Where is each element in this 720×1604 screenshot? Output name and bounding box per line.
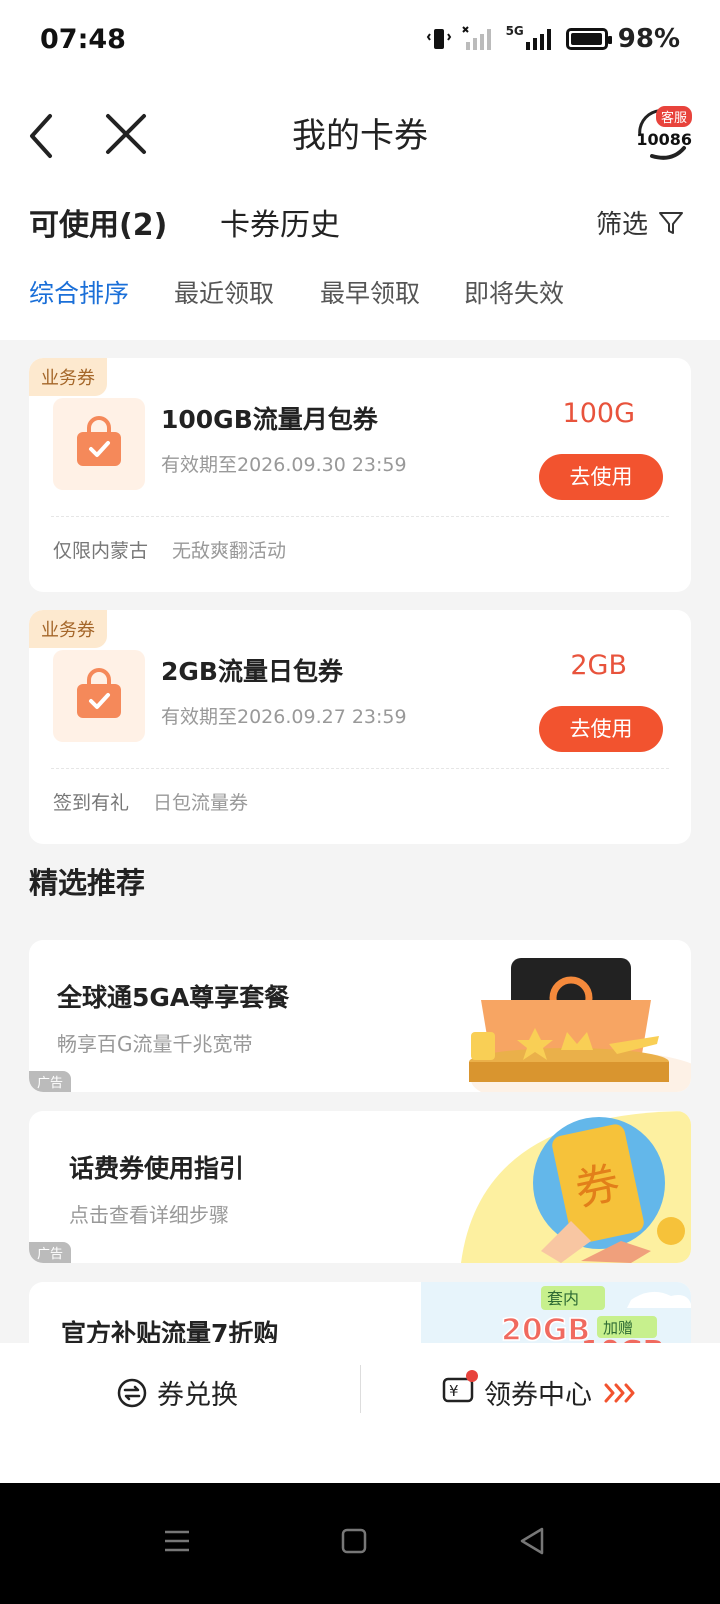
sort-earliest[interactable]: 最早领取 (320, 274, 420, 310)
svg-text:¥: ¥ (449, 1382, 459, 1400)
network-type: 5G (505, 24, 524, 38)
coupon-meta: 签到有礼 日包流量券 (53, 788, 248, 815)
coupon-source: 无敌爽翻活动 (172, 540, 287, 562)
coupon-activity: 签到有礼 (53, 792, 130, 814)
ad-label: 广告 (29, 1242, 72, 1263)
coupon-center-label: 领券中心 (484, 1380, 592, 1411)
filter-icon (659, 211, 683, 234)
card-divider (51, 516, 669, 517)
coupon-type: 日包流量券 (153, 792, 249, 814)
promo-subtitle: 畅享百G流量千兆宽带 (57, 1032, 253, 1056)
coupon-hand-illustration: 券 (461, 1111, 691, 1263)
shopping-bag-icon (53, 398, 145, 490)
art-label-inclusive: 套内 (547, 1289, 579, 1308)
art-label-20gb: 20GB (501, 1313, 590, 1343)
art-label-10gb: 10GB (581, 1334, 664, 1343)
promo-title: 官方补贴流量7折购 (61, 1319, 279, 1343)
vibrate-icon (426, 29, 451, 49)
exchange-coupon-button[interactable]: 券兑换 (117, 1373, 238, 1412)
coupon-value: 100G (562, 398, 635, 429)
service-number: 10086 (636, 130, 692, 149)
promo-title: 全球通5GA尊享套餐 (57, 983, 290, 1012)
status-time: 07:48 (40, 24, 126, 55)
card-gift-illustration (469, 958, 691, 1092)
coupon-tag: 业务券 (29, 358, 107, 396)
app-header: 我的卡券 客服 10086 可使用(2) 卡券历史 筛选 (0, 84, 720, 260)
notification-dot (466, 1370, 478, 1382)
status-icons: 5G 98% (426, 24, 680, 54)
section-title: 精选推荐 (29, 866, 146, 900)
bottom-divider (360, 1365, 361, 1413)
battery-fill (570, 33, 603, 45)
card-divider (51, 768, 669, 769)
exchange-label: 券兑换 (157, 1380, 238, 1411)
signal-icon (525, 29, 551, 50)
menu-icon[interactable] (157, 1521, 197, 1561)
coupon-name: 2GB流量日包券 (161, 657, 343, 686)
tab-history[interactable]: 卡券历史 (220, 200, 340, 244)
triple-chevron-icon (604, 1383, 635, 1402)
sort-comprehensive[interactable]: 综合排序 (29, 274, 129, 310)
promo-subtitle: 点击查看详细步骤 (69, 1203, 229, 1227)
sort-expiring[interactable]: 即将失效 (464, 274, 564, 310)
status-bar: 07:48 5G 98% (0, 0, 720, 84)
coupon-value: 2GB (570, 650, 627, 681)
tab-bar: 可使用(2) 卡券历史 筛选 (0, 200, 720, 260)
data-bonus-illustration: 套内 20GB 加赠 10GB (421, 1282, 691, 1343)
page-title: 我的卡券 (292, 116, 428, 156)
promo-title: 话费券使用指引 (69, 1154, 245, 1183)
use-coupon-button[interactable]: 去使用 (539, 454, 663, 500)
filter-button[interactable]: 筛选 (596, 204, 684, 241)
coupon-name: 100GB流量月包券 (161, 405, 378, 434)
promo-banner-subsidy[interactable]: 官方补贴流量7折购 套内 20GB 加赠 10GB (29, 1282, 691, 1343)
exchange-icon (117, 1378, 147, 1407)
sort-bar: 综合排序 最近领取 最早领取 即将失效 (0, 260, 720, 340)
coupon-meta: 仅限内蒙古 无敌爽翻活动 (53, 536, 286, 563)
use-coupon-button[interactable]: 去使用 (539, 706, 663, 752)
home-icon[interactable] (334, 1521, 374, 1561)
coupon-expiry: 有效期至2026.09.30 23:59 (161, 454, 407, 476)
system-navigation-bar (0, 1483, 720, 1604)
back-nav-icon[interactable] (512, 1521, 552, 1561)
bottom-action-bar: 券兑换 ¥ 领券中心 (0, 1343, 720, 1483)
shopping-bag-icon (53, 650, 145, 742)
coupon-tag: 业务券 (29, 610, 107, 648)
coupon-card[interactable]: 业务券 2GB流量日包券 有效期至2026.09.27 23:59 2GB 去使… (29, 610, 691, 844)
filter-label: 筛选 (595, 210, 648, 240)
service-badge: 客服 (655, 106, 692, 127)
ad-label: 广告 (29, 1071, 72, 1092)
promo-banner-5ga[interactable]: 全球通5GA尊享套餐 畅享百G流量千兆宽带 广告 (29, 940, 691, 1092)
battery-icon (565, 28, 612, 50)
coupon-expiry: 有效期至2026.09.27 23:59 (161, 706, 407, 728)
sort-recent[interactable]: 最近领取 (174, 274, 274, 310)
tab-available[interactable]: 可使用(2) (29, 200, 167, 244)
promo-banner-guide[interactable]: 话费券使用指引 点击查看详细步骤 券 广告 (29, 1111, 691, 1263)
customer-service-button[interactable]: 客服 10086 (632, 106, 692, 166)
no-signal-icon (461, 26, 491, 50)
battery-percent: 98% (617, 24, 680, 54)
coupon-center-button[interactable]: ¥ 领券中心 (442, 1370, 638, 1412)
coupon-card[interactable]: 业务券 100GB流量月包券 有效期至2026.09.30 23:59 100G… (29, 358, 691, 592)
coupon-region: 仅限内蒙古 (53, 540, 149, 562)
